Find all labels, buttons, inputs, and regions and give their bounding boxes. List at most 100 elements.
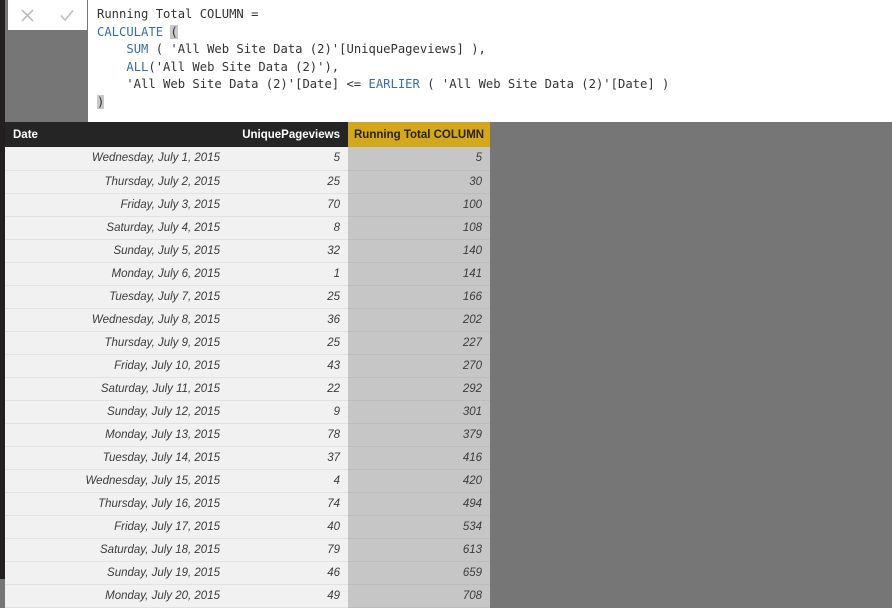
table-row[interactable]: Friday, July 17, 2015 40 534 xyxy=(5,515,490,539)
cell-uniquepageviews: 25 xyxy=(228,170,348,194)
column-header-running-total[interactable]: Running Total COLUMN xyxy=(348,122,490,147)
cell-date: Thursday, July 2, 2015 xyxy=(5,170,228,194)
table-row[interactable]: Tuesday, July 14, 2015 37 416 xyxy=(5,446,490,470)
table-row[interactable]: Friday, July 3, 2015 70 100 xyxy=(5,193,490,217)
cell-uniquepageviews: 46 xyxy=(228,561,348,585)
cell-running-total: 301 xyxy=(348,400,490,424)
cell-uniquepageviews: 25 xyxy=(228,285,348,309)
dax-function-token: CALCULATE xyxy=(97,24,171,39)
table-row[interactable]: Thursday, July 2, 2015 25 30 xyxy=(5,170,490,194)
formula-text-token: 'All Web Site Data (2)'[Date] <= xyxy=(97,77,369,92)
cell-uniquepageviews: 49 xyxy=(228,584,348,608)
cell-running-total: 5 xyxy=(348,147,490,171)
cell-date: Sunday, July 19, 2015 xyxy=(5,561,228,585)
table-row[interactable]: Sunday, July 19, 2015 46 659 xyxy=(5,561,490,585)
cell-date: Saturday, July 11, 2015 xyxy=(5,377,228,401)
table-row[interactable]: Thursday, July 16, 2015 74 494 xyxy=(5,492,490,516)
cell-running-total: 494 xyxy=(348,492,490,516)
cell-uniquepageviews: 25 xyxy=(228,331,348,355)
cell-running-total: 140 xyxy=(348,239,490,263)
table-header-row: Date UniquePageviews Running Total COLUM… xyxy=(5,122,490,147)
cell-running-total: 534 xyxy=(348,515,490,539)
formula-text-token: Running Total COLUMN = xyxy=(97,7,259,21)
cell-date: Tuesday, July 14, 2015 xyxy=(5,446,228,470)
left-rail xyxy=(0,0,5,579)
formula-text-token xyxy=(97,42,126,56)
cell-date: Thursday, July 16, 2015 xyxy=(5,492,228,516)
cell-running-total: 227 xyxy=(348,331,490,355)
data-preview-table: Date UniquePageviews Running Total COLUM… xyxy=(5,122,490,608)
table-row[interactable]: Saturday, July 4, 2015 8 108 xyxy=(5,216,490,240)
cell-uniquepageviews: 74 xyxy=(228,492,348,516)
cell-running-total: 108 xyxy=(348,216,490,240)
cell-running-total: 202 xyxy=(348,308,490,332)
cell-uniquepageviews: 43 xyxy=(228,354,348,378)
table-row[interactable]: Wednesday, July 1, 2015 5 5 xyxy=(5,147,490,171)
dax-function-token: EARLIER xyxy=(368,77,420,92)
table-row[interactable]: Tuesday, July 7, 2015 25 166 xyxy=(5,285,490,309)
cell-uniquepageviews: 5 xyxy=(228,147,348,171)
formula-line: CALCULATE ( xyxy=(97,24,892,42)
formula-bar-actions xyxy=(8,0,87,30)
cell-running-total: 166 xyxy=(348,285,490,309)
column-header-uniquepageviews[interactable]: UniquePageviews xyxy=(228,122,348,147)
cell-date: Sunday, July 5, 2015 xyxy=(5,239,228,263)
cell-uniquepageviews: 78 xyxy=(228,423,348,447)
table-row[interactable]: Monday, July 20, 2015 49 708 xyxy=(5,584,490,608)
cell-uniquepageviews: 70 xyxy=(228,193,348,217)
cell-uniquepageviews: 1 xyxy=(228,262,348,286)
cell-running-total: 659 xyxy=(348,561,490,585)
cell-date: Friday, July 17, 2015 xyxy=(5,515,228,539)
cell-uniquepageviews: 4 xyxy=(228,469,348,493)
formula-line: ) xyxy=(97,94,892,112)
cell-running-total: 292 xyxy=(348,377,490,401)
table-row[interactable]: Saturday, July 11, 2015 22 292 xyxy=(5,377,490,401)
cell-date: Tuesday, July 7, 2015 xyxy=(5,285,228,309)
formula-text-token: ('All Web Site Data (2)'), xyxy=(148,59,340,74)
formula-line: 'All Web Site Data (2)'[Date] <= EARLIER… xyxy=(97,76,892,94)
cell-uniquepageviews: 8 xyxy=(228,216,348,240)
table-body: Wednesday, July 1, 2015 5 5 Thursday, July … xyxy=(5,147,490,608)
table-row[interactable]: Saturday, July 18, 2015 79 613 xyxy=(5,538,490,562)
formula-text-token xyxy=(97,60,126,74)
table-row[interactable]: Wednesday, July 8, 2015 36 202 xyxy=(5,308,490,332)
formula-line: ALL('All Web Site Data (2)'), xyxy=(97,59,892,77)
table-row[interactable]: Friday, July 10, 2015 43 270 xyxy=(5,354,490,378)
cell-uniquepageviews: 79 xyxy=(228,538,348,562)
cell-date: Wednesday, July 8, 2015 xyxy=(5,308,228,332)
cell-date: Monday, July 20, 2015 xyxy=(5,584,228,608)
formula-text-token: ( 'All Web Site Data (2)'[UniquePageview… xyxy=(148,42,486,57)
matched-paren-token: ) xyxy=(97,94,105,109)
formula-line: Running Total COLUMN = xyxy=(97,6,892,24)
cell-date: Friday, July 10, 2015 xyxy=(5,354,228,378)
table-row[interactable]: Sunday, July 12, 2015 9 301 xyxy=(5,400,490,424)
cell-running-total: 420 xyxy=(348,469,490,493)
formula-bar-area: Running Total COLUMN = CALCULATE ( SUM ( … xyxy=(0,0,892,122)
cell-uniquepageviews: 22 xyxy=(228,377,348,401)
table-row[interactable]: Sunday, July 5, 2015 32 140 xyxy=(5,239,490,263)
cell-uniquepageviews: 37 xyxy=(228,446,348,470)
cell-running-total: 270 xyxy=(348,354,490,378)
dax-formula-editor[interactable]: Running Total COLUMN = CALCULATE ( SUM ( … xyxy=(88,0,892,122)
cell-running-total: 100 xyxy=(348,193,490,217)
table-row[interactable]: Thursday, July 9, 2015 25 227 xyxy=(5,331,490,355)
cell-running-total: 379 xyxy=(348,423,490,447)
table-row[interactable]: Wednesday, July 15, 2015 4 420 xyxy=(5,469,490,493)
cell-date: Saturday, July 18, 2015 xyxy=(5,538,228,562)
table-row[interactable]: Monday, July 6, 2015 1 141 xyxy=(5,262,490,286)
check-icon[interactable] xyxy=(51,1,83,29)
table-row[interactable]: Monday, July 13, 2015 78 379 xyxy=(5,423,490,447)
column-header-date[interactable]: Date xyxy=(5,122,228,147)
cell-date: Thursday, July 9, 2015 xyxy=(5,331,228,355)
cell-uniquepageviews: 36 xyxy=(228,308,348,332)
cell-uniquepageviews: 40 xyxy=(228,515,348,539)
cell-uniquepageviews: 32 xyxy=(228,239,348,263)
cell-uniquepageviews: 9 xyxy=(228,400,348,424)
table-header: Date UniquePageviews Running Total COLUM… xyxy=(5,122,490,147)
cell-running-total: 141 xyxy=(348,262,490,286)
cell-date: Monday, July 13, 2015 xyxy=(5,423,228,447)
cell-running-total: 30 xyxy=(348,170,490,194)
close-icon[interactable] xyxy=(12,1,44,29)
cell-date: Sunday, July 12, 2015 xyxy=(5,400,228,424)
cell-running-total: 708 xyxy=(348,584,490,608)
